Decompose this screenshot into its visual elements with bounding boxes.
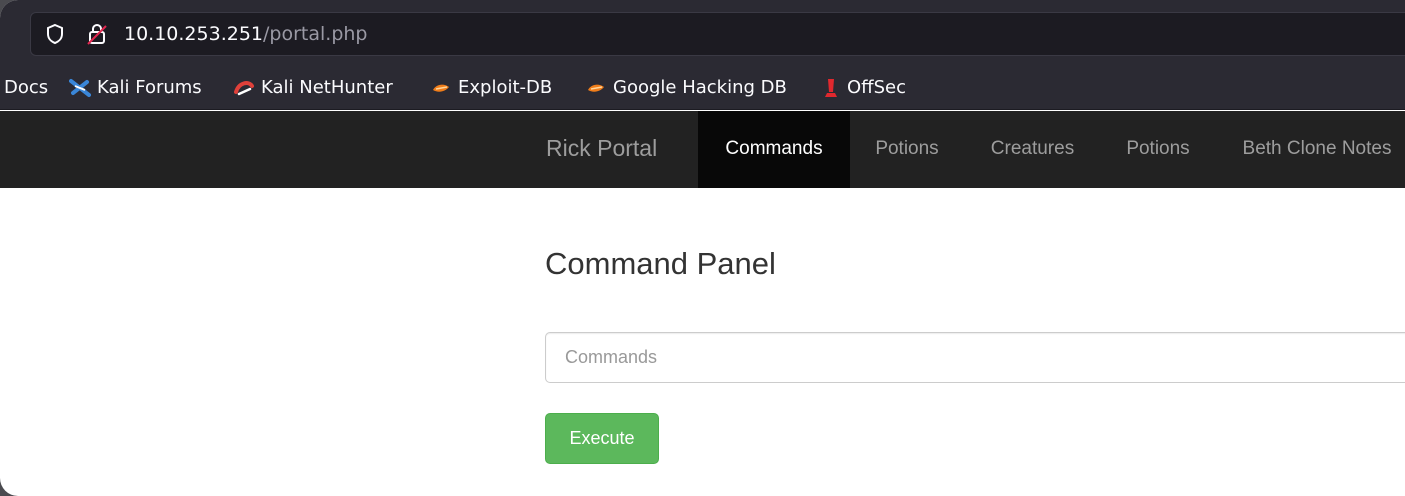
- nav-link-potions[interactable]: Potions: [850, 111, 964, 188]
- bookmark-google-hacking-db[interactable]: Google Hacking DB: [585, 77, 787, 99]
- bookmark-label: Exploit-DB: [458, 77, 553, 98]
- kali-dragon-icon: [69, 79, 91, 97]
- bookmark-kali-nethunter[interactable]: Kali NetHunter: [233, 77, 393, 99]
- insecure-lock-icon[interactable]: [85, 22, 109, 46]
- bookmark-label: Google Hacking DB: [613, 77, 787, 98]
- bookmark-docs[interactable]: Docs: [4, 77, 48, 99]
- bookmark-label: Kali Forums: [97, 77, 202, 98]
- bookmark-offsec[interactable]: OffSec: [821, 77, 906, 99]
- commands-input[interactable]: [545, 332, 1405, 383]
- nav-link-beth-clone-notes[interactable]: Beth Clone Notes: [1215, 111, 1405, 188]
- nethunter-icon: [234, 81, 254, 96]
- nav-link-commands[interactable]: Commands: [698, 111, 850, 188]
- offsec-icon: [825, 79, 837, 97]
- bookmark-label: Docs: [4, 77, 49, 98]
- tracking-protection-shield-icon[interactable]: [45, 23, 65, 45]
- bookmarks-toolbar: Docs Kali Forums Kali NetHunter Exploit-…: [0, 66, 1405, 110]
- nav-link-creatures[interactable]: Creatures: [964, 111, 1101, 188]
- page-title: Command Panel: [545, 246, 776, 281]
- bookmark-exploit-db[interactable]: Exploit-DB: [430, 77, 552, 99]
- url-host: 10.10.253.251: [124, 23, 264, 45]
- exploitdb-icon: [433, 84, 449, 92]
- bookmark-kali-forums[interactable]: Kali Forums: [69, 77, 202, 99]
- bookmark-label: OffSec: [847, 77, 906, 98]
- ghdb-icon: [588, 84, 604, 92]
- navbar-brand[interactable]: Rick Portal: [546, 111, 657, 188]
- url-path: /portal.php: [263, 23, 368, 45]
- browser-toolbar: 10.10.253.251/portal.php: [0, 0, 1405, 66]
- execute-button[interactable]: Execute: [545, 413, 659, 464]
- site-navbar: Rick Portal Commands Potions Creatures P…: [0, 111, 1405, 188]
- nav-link-potions-2[interactable]: Potions: [1101, 111, 1215, 188]
- address-bar[interactable]: 10.10.253.251/portal.php: [30, 12, 1405, 56]
- bookmark-label: Kali NetHunter: [261, 77, 393, 98]
- browser-window: 10.10.253.251/portal.php Docs Kali Forum…: [0, 0, 1405, 496]
- url-text[interactable]: 10.10.253.251/portal.php: [124, 23, 368, 45]
